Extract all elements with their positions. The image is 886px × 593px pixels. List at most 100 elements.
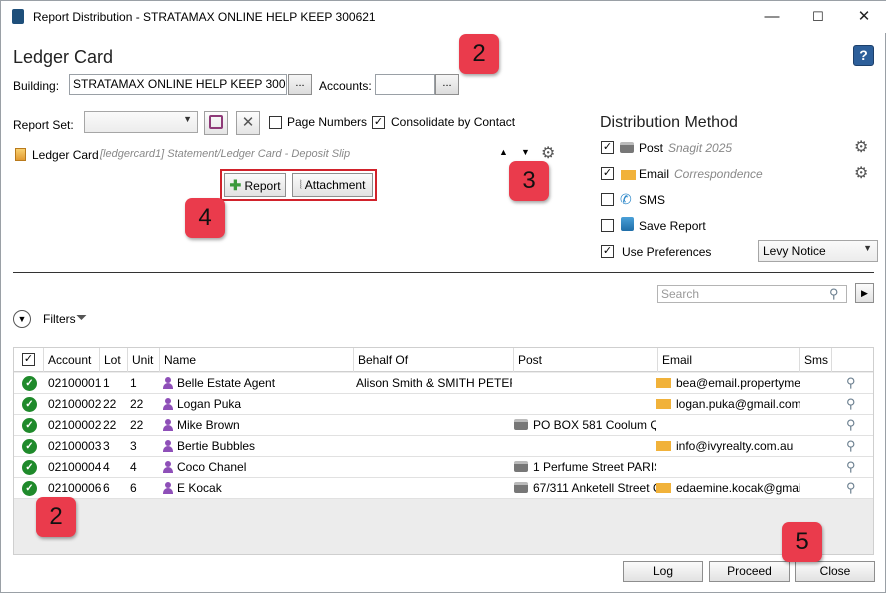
filters-label: Filters — [43, 312, 76, 326]
accounts-field[interactable] — [375, 74, 435, 95]
post-settings-gear-icon[interactable]: ⚙ — [854, 137, 868, 157]
preview-magnifier-icon[interactable]: ⚲ — [846, 415, 856, 435]
cell-unit: 22 — [130, 397, 144, 411]
report-distribution-window: Report Distribution - STRATAMAX ONLINE H… — [0, 0, 886, 593]
status-ok-icon: ✓ — [22, 397, 37, 412]
column-preview — [832, 348, 873, 372]
proceed-button[interactable]: Proceed — [709, 561, 790, 582]
expand-panel-button[interactable]: ▶ — [855, 283, 874, 303]
email-settings-gear-icon[interactable]: ⚙ — [854, 163, 868, 183]
cell-email: bea@email.propertyme — [676, 376, 800, 390]
status-ok-icon: ✓ — [22, 439, 37, 454]
accounts-browse-button[interactable]: ... — [435, 74, 459, 95]
use-preferences-checkbox[interactable]: ✓ — [601, 245, 614, 258]
table-row[interactable]: ✓ 02100002 22 22 Logan Puka logan.puka@g… — [14, 394, 873, 415]
column-unit[interactable]: Unit — [128, 348, 160, 372]
select-all-checkbox[interactable]: ✓ — [22, 353, 35, 366]
report-item-name[interactable]: Ledger Card — [32, 148, 99, 162]
preview-magnifier-icon[interactable]: ⚲ — [846, 373, 856, 393]
search-icon[interactable]: ⚲ — [829, 286, 839, 302]
cell-post — [533, 373, 656, 393]
preview-magnifier-icon[interactable]: ⚲ — [846, 436, 856, 456]
post-checkbox[interactable]: ✓ — [601, 141, 614, 154]
cell-name: Bertie Bubbles — [177, 439, 256, 453]
consolidate-checkbox[interactable]: ✓ — [372, 116, 385, 129]
table-row[interactable]: ✓ 02100004 4 4 Coco Chanel 1 Perfume Str… — [14, 457, 873, 478]
cell-email — [676, 457, 800, 477]
log-button[interactable]: Log — [623, 561, 703, 582]
delete-report-set-button[interactable]: ✕ — [236, 111, 260, 135]
column-post[interactable]: Post — [514, 348, 658, 372]
save-report-set-button[interactable] — [204, 111, 228, 135]
column-email[interactable]: Email — [658, 348, 800, 372]
minimize-button[interactable]: — — [749, 1, 795, 33]
close-button[interactable]: Close — [795, 561, 875, 582]
preview-magnifier-icon[interactable]: ⚲ — [846, 394, 856, 414]
chevron-down-icon: ▼ — [863, 243, 872, 253]
maximize-button[interactable]: ☐ — [795, 1, 841, 33]
help-button[interactable]: ? — [853, 45, 874, 66]
status-ok-icon: ✓ — [22, 460, 37, 475]
status-ok-icon: ✓ — [22, 418, 37, 433]
report-set-label: Report Set: — [13, 118, 74, 132]
column-behalf-of[interactable]: Behalf Of — [354, 348, 514, 372]
annotation-badge: 3 — [509, 161, 549, 201]
paperclip-icon: ⦚ — [299, 178, 303, 192]
add-report-button[interactable]: ✚ Report — [224, 173, 286, 197]
table-row[interactable]: ✓ 02100002 22 22 Mike Brown PO BOX 581 C… — [14, 415, 873, 436]
person-icon — [162, 394, 177, 414]
email-checkbox[interactable]: ✓ — [601, 167, 614, 180]
cell-unit: 3 — [130, 439, 137, 453]
person-icon — [162, 457, 177, 477]
cell-unit: 4 — [130, 460, 137, 474]
preference-select[interactable]: Levy Notice ▼ — [758, 240, 878, 262]
section-divider — [13, 272, 874, 273]
column-sms[interactable]: Sms — [800, 348, 832, 372]
email-sub: Correspondence — [674, 167, 763, 181]
cell-lot: 3 — [103, 439, 110, 453]
cell-name: Logan Puka — [177, 397, 242, 411]
sms-checkbox[interactable] — [601, 193, 614, 206]
preview-magnifier-icon[interactable]: ⚲ — [846, 478, 856, 498]
move-up-icon[interactable]: ▲ — [499, 147, 508, 157]
cell-behalf-of — [356, 394, 512, 414]
preference-select-value: Levy Notice — [763, 244, 826, 258]
building-field[interactable]: STRATAMAX ONLINE HELP KEEP 300621 — [69, 74, 287, 95]
cell-unit: 1 — [130, 376, 137, 390]
collapse-filters-button[interactable]: ▼ — [13, 310, 31, 328]
save-report-checkbox[interactable] — [601, 219, 614, 232]
printer-icon — [514, 415, 533, 435]
status-ok-icon: ✓ — [22, 481, 37, 496]
annotation-badge: 5 — [782, 522, 822, 562]
table-row[interactable]: ✓ 02100006 6 6 E Kocak 67/311 Anketell S… — [14, 478, 873, 499]
report-item-detail: [ledgercard1] Statement/Ledger Card - De… — [100, 148, 351, 160]
filter-funnel-icon[interactable]: ⏷ — [76, 309, 87, 326]
building-browse-button[interactable]: ... — [288, 74, 312, 95]
person-icon — [162, 478, 177, 498]
close-window-button[interactable]: ✕ — [841, 1, 886, 33]
table-row[interactable]: ✓ 02100003 3 3 Bertie Bubbles info@ivyre… — [14, 436, 873, 457]
preview-magnifier-icon[interactable]: ⚲ — [846, 457, 856, 477]
column-name[interactable]: Name — [160, 348, 354, 372]
floppy-disk-icon — [209, 115, 223, 129]
column-account[interactable]: Account — [44, 348, 100, 372]
envelope-icon — [656, 394, 675, 414]
page-numbers-label: Page Numbers — [287, 115, 368, 129]
save-report-icon — [621, 217, 634, 231]
search-input[interactable]: Search — [657, 285, 847, 303]
report-settings-gear-icon[interactable]: ⚙ — [541, 143, 555, 163]
cell-name: E Kocak — [177, 481, 222, 495]
email-label: Email — [639, 167, 670, 181]
move-down-icon[interactable]: ▼ — [521, 147, 530, 157]
add-attachment-button[interactable]: ⦚ Attachment — [292, 173, 373, 197]
cell-account: 02100004 — [48, 460, 102, 474]
page-numbers-checkbox[interactable] — [269, 116, 282, 129]
building-label: Building: — [13, 79, 60, 93]
cell-post: 67/311 Anketell Street G — [533, 481, 656, 495]
post-label: Post — [639, 141, 664, 155]
table-row[interactable]: ✓ 02100001 1 1 Belle Estate Agent Alison… — [14, 373, 873, 394]
cell-account: 02100003 — [48, 439, 102, 453]
report-set-select[interactable]: ▼ — [84, 111, 198, 133]
envelope-icon — [656, 436, 675, 456]
column-lot[interactable]: Lot — [100, 348, 128, 372]
